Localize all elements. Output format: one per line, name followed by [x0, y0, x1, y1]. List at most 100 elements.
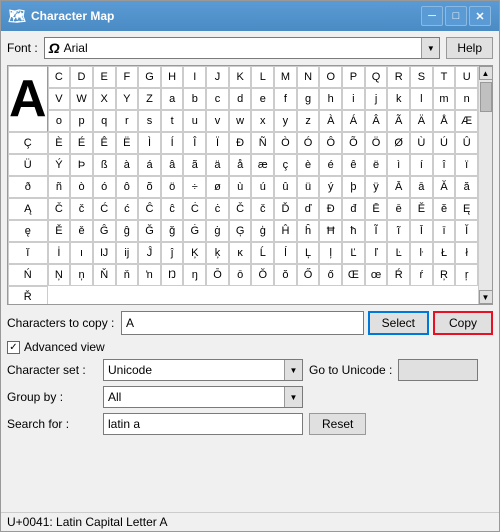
- char-cell[interactable]: ē: [387, 198, 410, 220]
- char-cell[interactable]: ó: [93, 176, 116, 198]
- scroll-track[interactable]: [479, 80, 492, 290]
- char-cell[interactable]: Ę: [455, 198, 478, 220]
- char-cell[interactable]: û: [274, 176, 297, 198]
- char-cell[interactable]: À: [319, 110, 342, 132]
- char-cell[interactable]: ő: [319, 264, 342, 286]
- char-cell[interactable]: Ê: [93, 132, 116, 154]
- char-cell[interactable]: ú: [251, 176, 274, 198]
- char-cell[interactable]: v: [206, 110, 229, 132]
- char-cell[interactable]: ķ: [206, 242, 229, 264]
- char-cell[interactable]: Å: [433, 110, 456, 132]
- font-selector[interactable]: Ω Arial ▼: [44, 37, 441, 59]
- char-cell[interactable]: Ö: [365, 132, 388, 154]
- char-cell[interactable]: Ķ: [183, 242, 206, 264]
- char-cell[interactable]: ø: [206, 176, 229, 198]
- char-cell[interactable]: M: [274, 66, 297, 88]
- char-cell[interactable]: Ī: [410, 220, 433, 242]
- char-cell[interactable]: ä: [206, 154, 229, 176]
- char-cell[interactable]: É: [70, 132, 93, 154]
- char-cell[interactable]: Î: [183, 132, 206, 154]
- char-cell[interactable]: ë: [365, 154, 388, 176]
- char-cell[interactable]: k: [387, 88, 410, 110]
- group-by-selector[interactable]: All ▼: [103, 386, 303, 408]
- char-cell[interactable]: ć: [116, 198, 139, 220]
- char-cell[interactable]: ì: [387, 154, 410, 176]
- char-cell[interactable]: ĸ: [229, 242, 252, 264]
- char-cell[interactable]: q: [93, 110, 116, 132]
- char-cell[interactable]: Ĉ: [138, 198, 161, 220]
- char-cell[interactable]: n: [455, 88, 478, 110]
- char-cell[interactable]: đ: [342, 198, 365, 220]
- char-cell[interactable]: Ç: [8, 132, 48, 154]
- char-cell[interactable]: ĳ: [116, 242, 139, 264]
- char-cell[interactable]: Ő: [297, 264, 320, 286]
- char-cell[interactable]: y: [274, 110, 297, 132]
- char-cell[interactable]: Â: [365, 110, 388, 132]
- char-cell[interactable]: Ù: [410, 132, 433, 154]
- char-cell[interactable]: Ŋ: [161, 264, 184, 286]
- char-cell[interactable]: S: [410, 66, 433, 88]
- char-cell[interactable]: ï: [455, 154, 478, 176]
- char-cell[interactable]: s: [138, 110, 161, 132]
- char-cell[interactable]: ŕ: [410, 264, 433, 286]
- char-cell[interactable]: Ĕ: [410, 198, 433, 220]
- char-cell[interactable]: u: [183, 110, 206, 132]
- char-cell[interactable]: ā: [410, 176, 433, 198]
- char-cell[interactable]: Ï: [206, 132, 229, 154]
- char-cell[interactable]: ã: [183, 154, 206, 176]
- select-button[interactable]: Select: [368, 311, 429, 335]
- character-set-selector[interactable]: Unicode ▼: [103, 359, 303, 381]
- char-cell[interactable]: G: [138, 66, 161, 88]
- char-cell[interactable]: ü: [297, 176, 320, 198]
- char-cell[interactable]: I: [183, 66, 206, 88]
- char-cell[interactable]: g: [297, 88, 320, 110]
- char-cell[interactable]: č: [251, 198, 274, 220]
- char-cell[interactable]: ĺ: [274, 242, 297, 264]
- char-cell[interactable]: ŀ: [410, 242, 433, 264]
- scroll-up-button[interactable]: ▲: [479, 66, 493, 80]
- char-cell[interactable]: Ă: [433, 176, 456, 198]
- char-cell[interactable]: Ě: [48, 220, 71, 242]
- char-cell[interactable]: Ġ: [183, 220, 206, 242]
- char-cell[interactable]: V: [48, 88, 71, 110]
- char-cell[interactable]: l: [410, 88, 433, 110]
- char-cell[interactable]: ö: [161, 176, 184, 198]
- char-cell[interactable]: ê: [342, 154, 365, 176]
- close-button[interactable]: ✕: [469, 6, 491, 26]
- char-cell[interactable]: ę: [8, 220, 48, 242]
- char-cell[interactable]: ċ: [206, 198, 229, 220]
- char-cell[interactable]: Ň: [93, 264, 116, 286]
- char-cell[interactable]: ď: [297, 198, 320, 220]
- char-cell[interactable]: č: [70, 198, 93, 220]
- char-cell[interactable]: Ĝ: [93, 220, 116, 242]
- char-cell[interactable]: ÷: [183, 176, 206, 198]
- char-cell[interactable]: Þ: [70, 154, 93, 176]
- char-cell[interactable]: á: [138, 154, 161, 176]
- char-cell[interactable]: ĭ: [8, 242, 48, 264]
- char-cell[interactable]: ō: [229, 264, 252, 286]
- char-cell[interactable]: ô: [116, 176, 139, 198]
- char-cell[interactable]: Č: [229, 198, 252, 220]
- reset-button[interactable]: Reset: [309, 413, 366, 435]
- char-cell[interactable]: Ŀ: [387, 242, 410, 264]
- char-cell[interactable]: Ú: [433, 132, 456, 154]
- char-cell[interactable]: ġ: [206, 220, 229, 242]
- char-cell[interactable]: Ģ: [229, 220, 252, 242]
- char-cell[interactable]: ĵ: [161, 242, 184, 264]
- char-cell[interactable]: Ð: [229, 132, 252, 154]
- char-cell[interactable]: Æ: [455, 110, 478, 132]
- char-cell[interactable]: ĕ: [433, 198, 456, 220]
- char-cell[interactable]: Ŗ: [433, 264, 456, 286]
- char-cell[interactable]: ð: [8, 176, 48, 198]
- char-cell[interactable]: ŏ: [274, 264, 297, 286]
- copy-button[interactable]: Copy: [433, 311, 493, 335]
- char-cell[interactable]: þ: [342, 176, 365, 198]
- char-cell[interactable]: Ř: [8, 286, 48, 304]
- advanced-view-checkbox[interactable]: ✓: [7, 341, 20, 354]
- char-cell[interactable]: ç: [274, 154, 297, 176]
- char-cell[interactable]: Ħ: [319, 220, 342, 242]
- char-cell[interactable]: Ļ: [297, 242, 320, 264]
- help-button[interactable]: Help: [446, 37, 493, 59]
- char-cell[interactable]: Ł: [433, 242, 456, 264]
- char-cell[interactable]: x: [251, 110, 274, 132]
